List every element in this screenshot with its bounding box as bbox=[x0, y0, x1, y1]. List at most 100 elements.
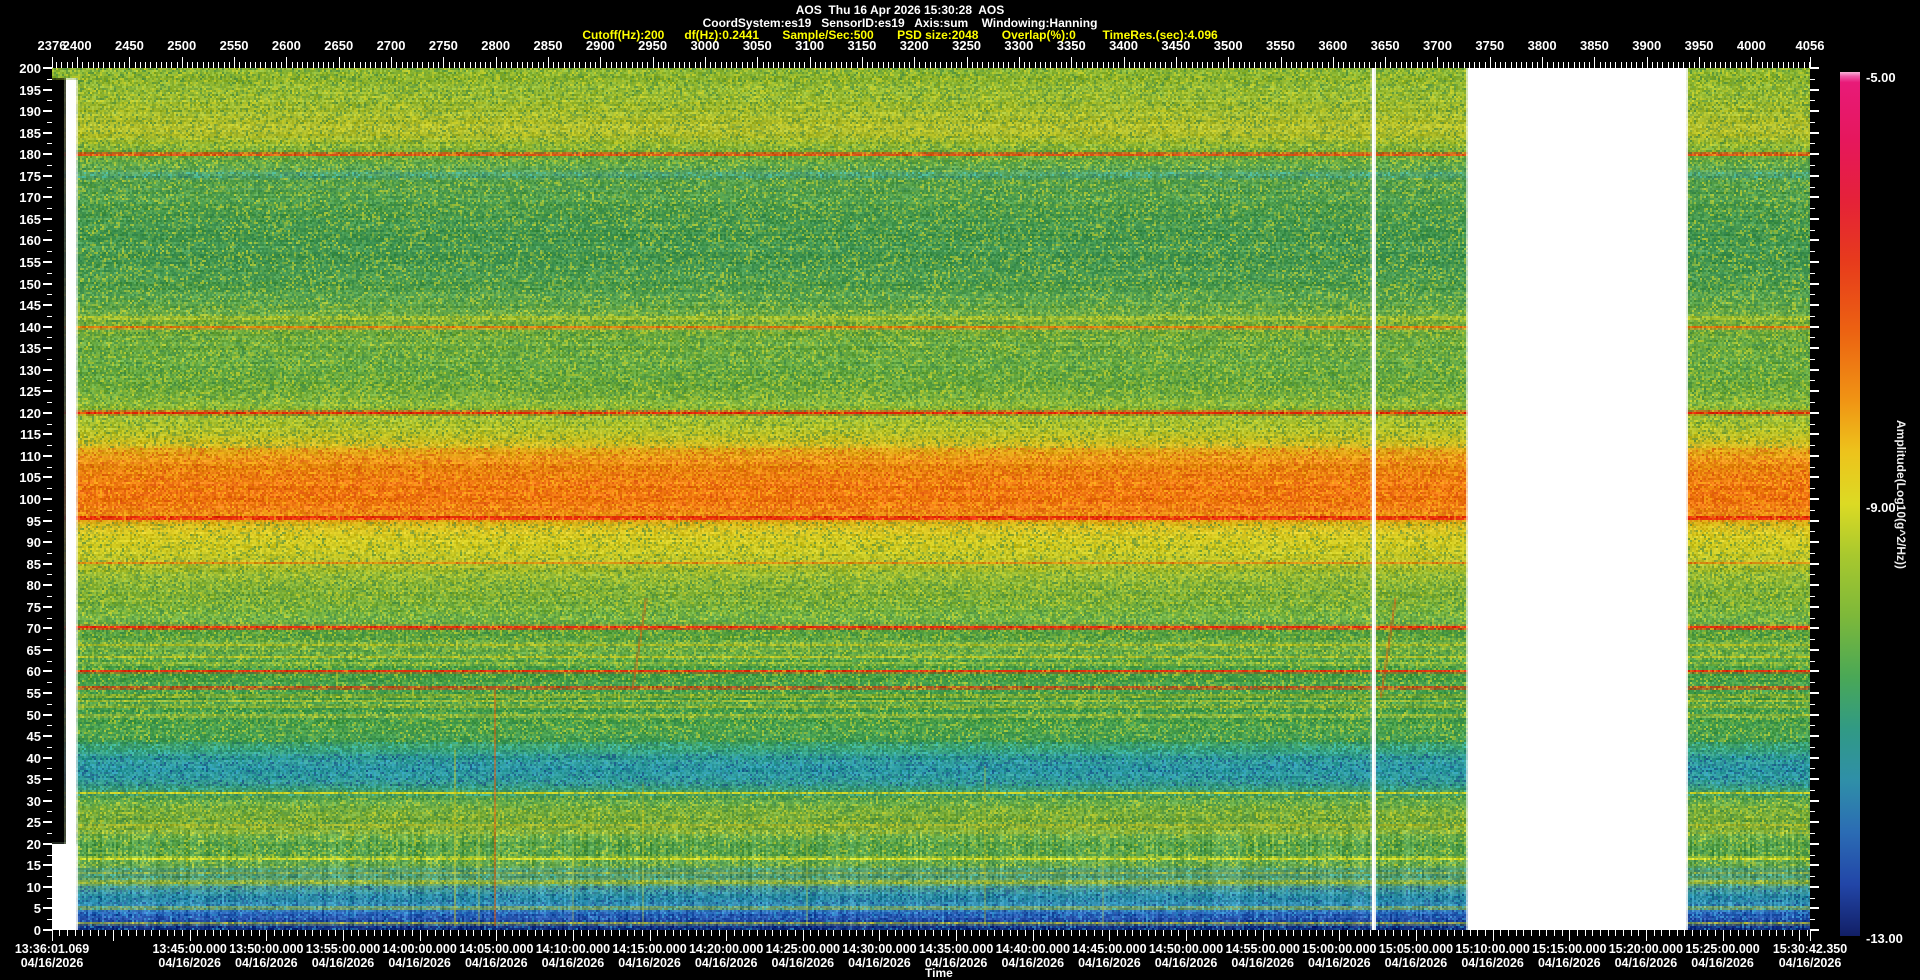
record-minor-tick bbox=[124, 62, 125, 68]
time-minor-tick bbox=[67, 930, 68, 936]
record-minor-tick bbox=[1364, 62, 1365, 68]
record-minor-tick bbox=[710, 62, 711, 68]
record-minor-tick bbox=[763, 62, 764, 68]
record-minor-tick bbox=[224, 62, 225, 68]
time-minor-tick bbox=[427, 930, 428, 936]
record-minor-tick bbox=[878, 62, 879, 68]
record-minor-tick bbox=[318, 62, 319, 68]
time-minor-tick bbox=[512, 930, 513, 936]
record-minor-tick bbox=[1694, 62, 1695, 68]
freq-tick-label: 120 bbox=[0, 406, 41, 421]
record-tick-label: 3100 bbox=[795, 38, 824, 53]
freq-tick-label: 55 bbox=[0, 686, 41, 701]
record-minor-tick bbox=[527, 62, 528, 68]
freq-minor-tick-left bbox=[47, 898, 52, 899]
record-minor-tick bbox=[1432, 62, 1433, 68]
time-minor-tick bbox=[435, 930, 436, 936]
time-minor-tick bbox=[1600, 930, 1601, 936]
time-minor-tick bbox=[1017, 930, 1018, 936]
record-minor-tick bbox=[1035, 62, 1036, 68]
freq-tick-label: 170 bbox=[0, 190, 41, 205]
record-tick-label: 2600 bbox=[272, 38, 301, 53]
time-minor-tick bbox=[1554, 930, 1555, 936]
record-minor-tick bbox=[1380, 62, 1381, 68]
date-tick-label: 04/16/2026 bbox=[542, 956, 605, 970]
time-minor-tick bbox=[1385, 930, 1386, 936]
record-minor-tick bbox=[768, 62, 769, 68]
record-minor-tick bbox=[1019, 62, 1020, 68]
record-minor-tick bbox=[171, 62, 172, 68]
date-tick-label: 04/16/2026 bbox=[618, 956, 681, 970]
record-minor-tick bbox=[1160, 62, 1161, 68]
time-minor-tick bbox=[1010, 930, 1011, 936]
record-minor-tick bbox=[752, 62, 753, 68]
record-minor-tick bbox=[1014, 62, 1015, 68]
record-minor-tick bbox=[1704, 62, 1705, 68]
freq-major-tick-left bbox=[43, 153, 52, 155]
time-minor-tick bbox=[404, 930, 405, 936]
record-minor-tick bbox=[548, 62, 549, 68]
time-minor-tick bbox=[1730, 930, 1731, 936]
record-minor-tick bbox=[585, 62, 586, 68]
time-minor-tick bbox=[696, 930, 697, 936]
freq-tick-label: 160 bbox=[0, 233, 41, 248]
record-minor-tick bbox=[1610, 62, 1611, 68]
time-minor-tick bbox=[1431, 930, 1432, 936]
freq-minor-tick-right bbox=[1810, 79, 1815, 80]
record-minor-tick bbox=[1338, 62, 1339, 68]
record-minor-tick bbox=[658, 62, 659, 68]
time-minor-tick bbox=[1102, 930, 1103, 936]
record-minor-tick bbox=[1762, 62, 1763, 68]
record-minor-tick bbox=[381, 62, 382, 68]
time-minor-tick bbox=[358, 930, 359, 936]
record-minor-tick bbox=[1165, 62, 1166, 68]
freq-tick-label: 145 bbox=[0, 298, 41, 313]
freq-minor-tick-right bbox=[1810, 402, 1815, 403]
record-minor-tick bbox=[977, 62, 978, 68]
record-minor-tick bbox=[454, 62, 455, 68]
freq-tick-label: 75 bbox=[0, 600, 41, 615]
freq-major-tick-left bbox=[43, 627, 52, 629]
freq-major-tick-left bbox=[43, 907, 52, 909]
date-tick-label: 04/16/2026 bbox=[1461, 956, 1524, 970]
record-minor-tick bbox=[129, 62, 130, 68]
time-minor-tick bbox=[588, 930, 589, 936]
freq-major-tick-left bbox=[43, 175, 52, 177]
freq-tick-label: 25 bbox=[0, 815, 41, 830]
record-minor-tick bbox=[1050, 62, 1051, 68]
record-minor-tick bbox=[177, 62, 178, 68]
record-minor-tick bbox=[569, 62, 570, 68]
time-minor-tick bbox=[964, 930, 965, 936]
time-minor-tick bbox=[82, 930, 83, 936]
freq-major-tick-left bbox=[43, 390, 52, 392]
time-minor-tick bbox=[1776, 930, 1777, 936]
record-tick-label: 2650 bbox=[324, 38, 353, 53]
freq-major-tick-right bbox=[1810, 67, 1819, 69]
freq-major-tick-right bbox=[1810, 239, 1819, 241]
time-minor-tick bbox=[925, 930, 926, 936]
record-minor-tick bbox=[433, 62, 434, 68]
record-minor-tick bbox=[1516, 62, 1517, 68]
record-minor-tick bbox=[475, 62, 476, 68]
record-minor-tick bbox=[1296, 62, 1297, 68]
record-minor-tick bbox=[1003, 62, 1004, 68]
record-minor-tick bbox=[1725, 62, 1726, 68]
record-minor-tick bbox=[1286, 62, 1287, 68]
record-minor-tick bbox=[684, 62, 685, 68]
time-tick-label: 14:45:00.000 bbox=[1072, 942, 1146, 956]
record-minor-tick bbox=[674, 62, 675, 68]
time-minor-tick bbox=[1140, 930, 1141, 936]
time-minor-tick bbox=[1178, 930, 1179, 936]
record-tick-label: 3650 bbox=[1371, 38, 1400, 53]
record-minor-tick bbox=[893, 62, 894, 68]
record-minor-tick bbox=[1741, 62, 1742, 68]
time-minor-tick bbox=[1270, 930, 1271, 936]
freq-major-tick-right bbox=[1810, 864, 1819, 866]
time-minor-tick bbox=[1707, 930, 1708, 936]
freq-major-tick-right bbox=[1810, 735, 1819, 737]
time-minor-tick bbox=[1163, 930, 1164, 936]
record-minor-tick bbox=[114, 62, 115, 68]
record-minor-tick bbox=[1401, 62, 1402, 68]
record-minor-tick bbox=[543, 62, 544, 68]
record-minor-tick bbox=[255, 62, 256, 68]
